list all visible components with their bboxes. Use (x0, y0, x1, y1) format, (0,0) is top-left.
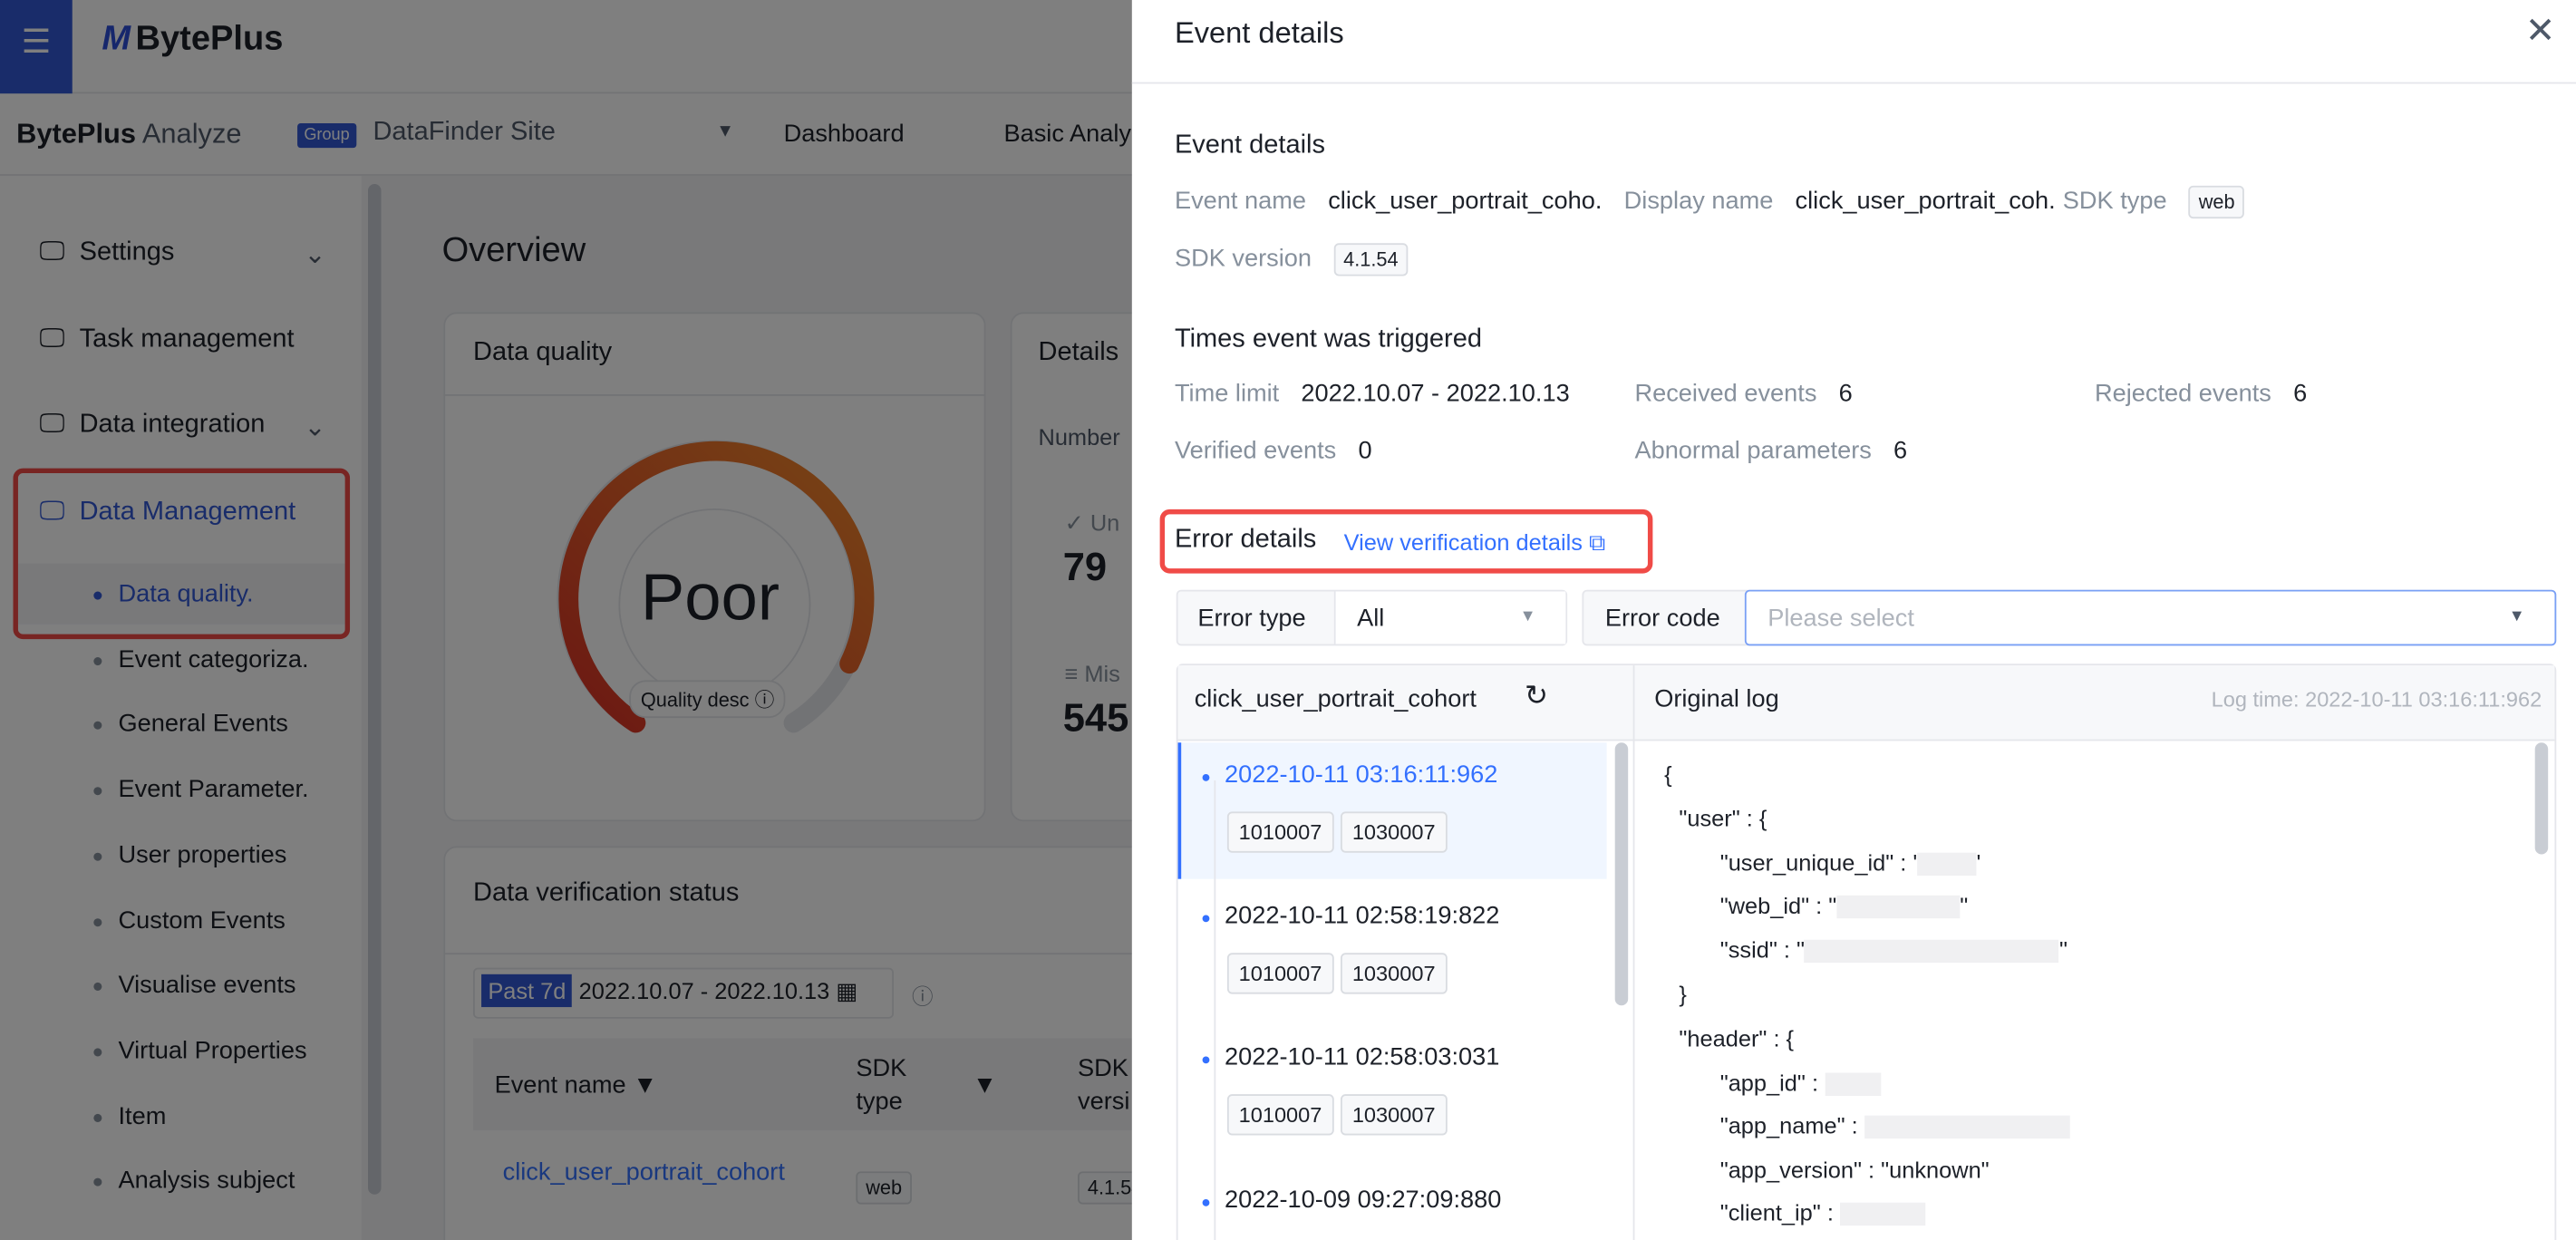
timeline-line (1214, 780, 1216, 1240)
caret-down-icon: ▼ (1519, 607, 1536, 626)
section-title: Times event was triggered (1174, 325, 1482, 354)
error-code-tag: 1030007 (1341, 953, 1448, 994)
log-scrollbar[interactable] (2534, 742, 2549, 855)
event-details-drawer: Event details ✕ Event details Event name… (1131, 0, 2576, 1240)
record-item[interactable]: ● 2022-10-11 02:58:03:031 (1201, 1043, 1499, 1071)
log-line: "ssid" : " " (1719, 936, 2068, 964)
caret-down-icon: ▼ (2508, 607, 2525, 626)
rejected-events: Rejected events 6 (2094, 379, 2308, 408)
received-events: Received events 6 (1634, 379, 1853, 408)
drawer-title: Event details (1174, 16, 1344, 50)
record-codes: 1010007 1030007 (1226, 1094, 1448, 1136)
verified-events: Verified events 0 (1174, 437, 1372, 465)
log-line: "user" : { (1679, 805, 1767, 832)
log-time: Log time: 2022-10-11 03:16:11:962 (2211, 686, 2542, 712)
log-line: "client_ip" : (1720, 1199, 1926, 1226)
log-line: { (1664, 760, 1672, 788)
log-line: "app_id" : (1720, 1070, 1881, 1097)
error-type-label: Error type (1197, 605, 1306, 633)
external-link-icon: ⧉ (1588, 528, 1606, 556)
log-line: "app_version" : "unknown" (1719, 1157, 1990, 1183)
dot-icon: ● (1200, 1051, 1211, 1070)
event-list-title: click_user_portrait_cohort (1194, 684, 1477, 713)
error-code-label: Error code (1604, 605, 1720, 633)
record-list-scrollbar[interactable] (1614, 742, 1629, 1006)
error-type-value: All (1357, 605, 1385, 633)
sdk-version-row: SDK version 4.1.54 (1175, 243, 1409, 276)
error-code-tag: 1010007 (1226, 811, 1334, 853)
divider (1632, 665, 1635, 1240)
section-title: Error details (1174, 526, 1317, 554)
log-line: "web_id" : " " (1719, 892, 1969, 919)
sdk-type-tag: web (2188, 185, 2245, 219)
refresh-icon[interactable]: ↻ (1525, 680, 1548, 712)
event-info-row: Event name click_user_portrait_coho. Dis… (1175, 185, 2245, 219)
error-code-tag: 1030007 (1341, 811, 1448, 853)
log-line: "app_name" : (1720, 1112, 2070, 1139)
record-codes: 1010007 1030007 (1226, 953, 1448, 994)
log-line: "user_unique_id" : ' ' (1719, 849, 1981, 877)
error-code-placeholder: Please select (1767, 605, 1914, 633)
dot-icon: ● (1200, 1194, 1211, 1213)
divider (1131, 82, 2576, 84)
log-line: "header" : { (1679, 1025, 1795, 1051)
error-code-tag: 1030007 (1341, 1094, 1448, 1136)
section-title: Event details (1174, 131, 1325, 160)
record-item[interactable]: ● 2022-10-11 03:16:11:962 (1201, 760, 1497, 789)
dot-icon: ● (1200, 769, 1211, 788)
log-title: Original log (1654, 684, 1779, 713)
record-codes: 1010007 1030007 (1226, 811, 1448, 853)
error-code-tag: 1010007 (1226, 1094, 1334, 1136)
sdk-version-tag: 4.1.54 (1333, 243, 1409, 276)
abnormal-parameters: Abnormal parameters 6 (1634, 437, 1908, 465)
record-item[interactable]: ● 2022-10-09 09:27:09:880 (1201, 1187, 1501, 1215)
error-code-tag: 1010007 (1226, 953, 1334, 994)
view-verification-details-link[interactable]: View verification details ⧉ (1344, 529, 1605, 557)
log-line: } (1679, 981, 1687, 1008)
close-icon[interactable]: ✕ (2525, 10, 2555, 53)
record-item[interactable]: ● 2022-10-11 02:58:19:822 (1201, 902, 1499, 930)
dot-icon: ● (1200, 910, 1211, 929)
time-limit: Time limit 2022.10.07 - 2022.10.13 (1174, 379, 1570, 408)
